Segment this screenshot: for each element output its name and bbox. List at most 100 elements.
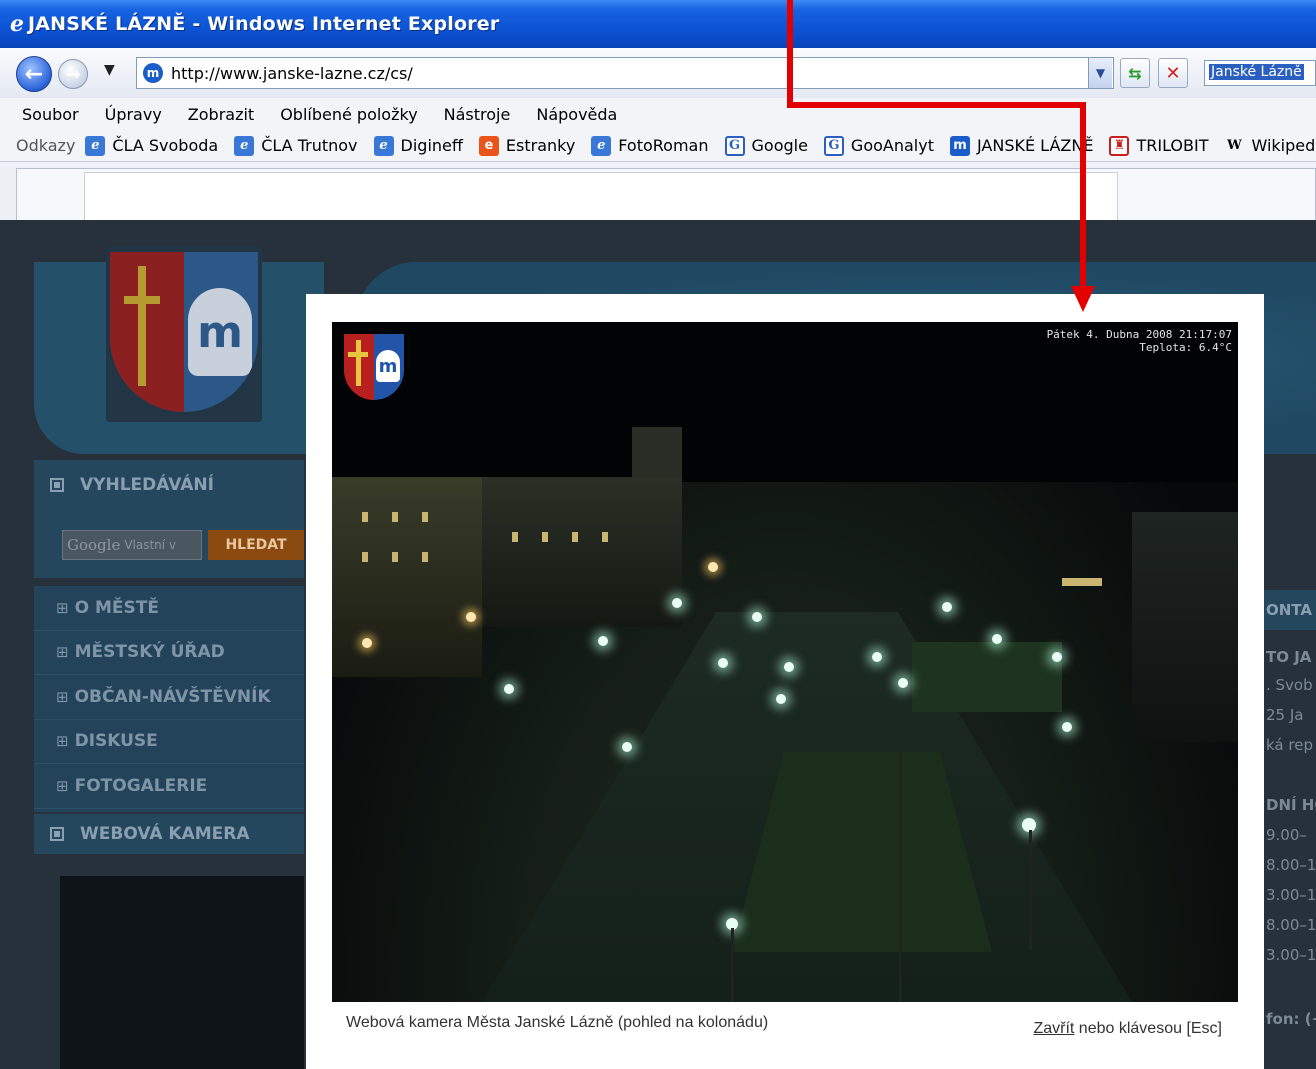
google-search-input[interactable]: Google Vlastní v — [62, 530, 202, 560]
wikipedia-icon: W — [1227, 138, 1242, 153]
search-value: Janské Lázně — [1209, 64, 1304, 80]
address-url: http://www.janske-lazne.cz/cs/ — [171, 63, 413, 83]
link-label: TRILOBIT — [1136, 136, 1209, 155]
hledat-button[interactable]: HLEDAT — [208, 530, 304, 560]
webcam-panel-title: WEBOVÁ KAMERA — [80, 824, 250, 844]
search-panel-header: VYHLEDÁVÁNÍ — [34, 460, 304, 510]
forward-button[interactable]: → — [58, 59, 88, 89]
lawn — [912, 642, 1062, 712]
close-link[interactable]: Zavřít — [1033, 1020, 1074, 1037]
nav-item-diskuse[interactable]: ⊞ DISKUSE — [34, 720, 304, 764]
link-label: GooAnalyt — [850, 136, 934, 155]
nav-item-mestsky-urad[interactable]: ⊞ MĚSTSKÝ ÚŘAD — [34, 631, 304, 675]
building-center — [482, 477, 682, 627]
link-gooanalyt[interactable]: G GooAnalyt — [823, 135, 934, 156]
site-nav-menu: ⊞ O MĚSTĚ ⊞ MĚSTSKÝ ÚŘAD ⊞ OBČAN-NÁVŠTĚVNÍK… — [34, 586, 304, 812]
colonnade-building — [1132, 512, 1238, 742]
history-dropdown[interactable]: ▼ — [104, 62, 115, 78]
annotation-arrow-segment — [787, 0, 793, 108]
annotation-arrow-segment — [1080, 102, 1086, 288]
link-google[interactable]: G Google — [724, 135, 808, 156]
link-label: ČLA Svoboda — [112, 136, 219, 155]
link-digineff[interactable]: e Digineff — [373, 135, 463, 156]
nav-item-obcan-navstevnik[interactable]: ⊞ OBČAN-NÁVŠTĚVNÍK — [34, 675, 304, 720]
link-label: FotoRoman — [618, 136, 709, 155]
annotation-arrow-head — [1071, 286, 1095, 312]
menu-bar: Soubor Úpravy Zobrazit Oblíbené položky … — [0, 98, 1316, 130]
hours-line: 3.00–1 — [1266, 946, 1316, 964]
nav-item-label: MĚSTSKÝ ÚŘAD — [74, 642, 225, 663]
search-panel: VYHLEDÁVÁNÍ Google Vlastní v HLEDAT — [34, 460, 304, 578]
page-frame-top — [0, 162, 1316, 220]
link-janske-lazne[interactable]: m JANSKÉ LÁZNĚ — [949, 135, 1093, 156]
link-fotoroman[interactable]: e FotoRoman — [591, 135, 709, 156]
ie-icon: e — [373, 135, 394, 156]
phone-line: fon: (+ — [1266, 1010, 1316, 1028]
menu-nastroje[interactable]: Nástroje — [444, 105, 511, 124]
webcam-image[interactable]: Pátek 4. Dubna 2008 21:17:07 Teplota: 6.… — [332, 322, 1238, 1002]
hours-line: 8.00–1 — [1266, 916, 1316, 934]
janske-lazne-icon: m — [949, 135, 970, 156]
plus-box-icon: ⊞ — [56, 776, 69, 795]
menu-oblibene[interactable]: Oblíbené položky — [280, 105, 417, 124]
stop-button[interactable]: ✕ — [1158, 58, 1188, 88]
menu-upravy[interactable]: Úpravy — [105, 105, 162, 124]
town-crest-logo[interactable]: m — [106, 246, 262, 422]
trilobit-icon: ♜ — [1109, 135, 1130, 156]
hours-line: 8.00–1 — [1266, 856, 1316, 874]
overlay-date: Pátek 4. Dubna 2008 21:17:07 — [1046, 328, 1232, 341]
link-trilobit[interactable]: ♜ TRILOBIT — [1109, 135, 1209, 156]
link-label: Digineff — [400, 136, 463, 155]
plus-box-icon: ⊞ — [56, 643, 69, 662]
content-inner — [84, 172, 1118, 220]
address-toolbar: ← → ▼ m http://www.janske-lazne.cz/cs/ ▼… — [0, 48, 1316, 98]
google-icon: G — [724, 135, 745, 156]
ie-logo-icon: e — [10, 11, 24, 37]
search-panel-title: VYHLEDÁVÁNÍ — [80, 475, 214, 495]
refresh-icon: ⇆ — [1128, 63, 1142, 83]
window-title-bar: e JANSKÉ LÁZNĚ - Windows Internet Explor… — [0, 0, 1316, 48]
chevron-down-icon: ▼ — [104, 62, 115, 78]
contact-line: ká rep — [1266, 736, 1313, 754]
link-cla-svoboda[interactable]: e ČLA Svoboda — [85, 135, 219, 156]
search-input[interactable]: Janské Lázně — [1204, 60, 1316, 86]
back-button[interactable]: ← — [16, 56, 52, 92]
plus-box-icon: ⊞ — [56, 598, 69, 617]
hours-line: 3.00–1 — [1266, 886, 1316, 904]
webcam-thumbnail[interactable] — [60, 876, 304, 1069]
webcam-lightbox: Pátek 4. Dubna 2008 21:17:07 Teplota: 6.… — [306, 294, 1264, 1069]
window-title: JANSKÉ LÁZNĚ - Windows Internet Explorer — [28, 13, 500, 35]
hours-title: DNÍ HO — [1266, 796, 1316, 814]
square-bullet-icon — [50, 827, 64, 841]
crest-shield-icon: m — [110, 252, 258, 412]
lightbox-caption: Webová kamera Města Janské Lázně (pohled… — [346, 1014, 769, 1031]
kontakt-header: ONTA — [1262, 590, 1316, 630]
link-label: Estranky — [505, 136, 576, 155]
link-wikipedie[interactable]: W Wikipedie — [1224, 136, 1316, 156]
estranky-icon: e — [478, 135, 499, 156]
contact-line: 25 Ja — [1266, 706, 1304, 724]
close-icon: ✕ — [1165, 62, 1181, 84]
link-cla-trutnov[interactable]: e ČLA Trutnov — [234, 135, 358, 156]
links-label: Odkazy — [16, 136, 76, 155]
square-bullet-icon — [50, 478, 64, 492]
nav-item-fotogalerie[interactable]: ⊞ FOTOGALERIE — [34, 764, 304, 809]
lightbox-close-hint: Zavřít nebo klávesou [Esc] — [1033, 1020, 1222, 1038]
link-label: Google — [751, 136, 808, 155]
menu-soubor[interactable]: Soubor — [22, 105, 79, 124]
plus-box-icon: ⊞ — [56, 687, 69, 706]
overlay-temperature: Teplota: 6.4°C — [1139, 341, 1232, 354]
menu-napoveda[interactable]: Nápověda — [536, 105, 617, 124]
webcam-panel-header: WEBOVÁ KAMERA — [34, 814, 304, 854]
nav-item-label: FOTOGALERIE — [74, 775, 208, 796]
address-input[interactable]: m http://www.janske-lazne.cz/cs/ — [136, 57, 1114, 89]
menu-zobrazit[interactable]: Zobrazit — [188, 105, 254, 124]
annotation-arrow-segment — [787, 102, 1086, 108]
nav-item-o-meste[interactable]: ⊞ O MĚSTĚ — [34, 586, 304, 631]
ie-icon: e — [234, 135, 255, 156]
ie-icon: e — [591, 135, 612, 156]
link-estranky[interactable]: e Estranky — [478, 135, 576, 156]
link-label: Wikipedie — [1251, 136, 1316, 155]
address-dropdown[interactable]: ▼ — [1088, 58, 1112, 88]
refresh-button[interactable]: ⇆ — [1120, 58, 1150, 88]
